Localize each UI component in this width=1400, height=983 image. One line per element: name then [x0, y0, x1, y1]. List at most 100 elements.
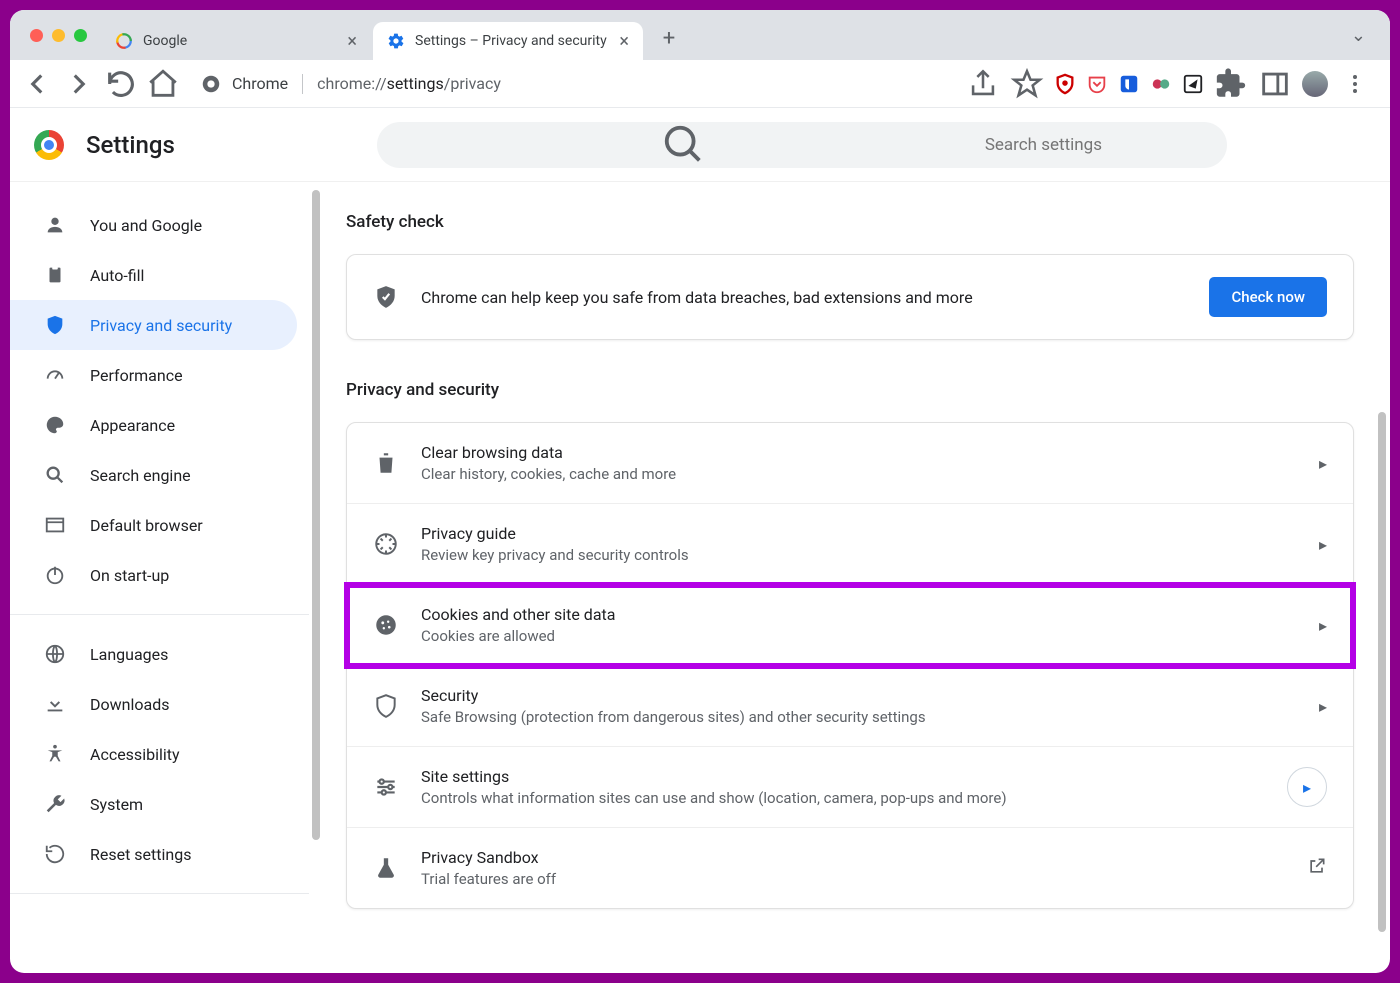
google-favicon-icon: [115, 32, 133, 50]
sidebar-divider: [10, 893, 309, 894]
row-title: Clear browsing data: [421, 443, 1297, 462]
safety-check-card: Chrome can help keep you safe from data …: [346, 254, 1354, 340]
check-now-button[interactable]: Check now: [1209, 277, 1327, 317]
row-clear-browsing-data[interactable]: Clear browsing dataClear history, cookie…: [347, 423, 1353, 504]
row-title: Security: [421, 686, 1297, 705]
sidebar-item-system[interactable]: System: [10, 779, 297, 829]
extension-ublock-icon[interactable]: [1054, 73, 1076, 95]
sidebar: You and Google Auto-fill Privacy and sec…: [10, 182, 310, 973]
sidebar-item-accessibility[interactable]: Accessibility: [10, 729, 297, 779]
content-scrollbar[interactable]: [1378, 412, 1386, 932]
tab-google[interactable]: Google ×: [101, 22, 371, 60]
sidebar-item-label: Privacy and security: [90, 316, 232, 335]
chevron-right-icon: ▸: [1319, 454, 1327, 473]
sidebar-item-on-startup[interactable]: On start-up: [10, 550, 297, 600]
sidebar-item-label: You and Google: [90, 216, 202, 235]
sidebar-item-autofill[interactable]: Auto-fill: [10, 250, 297, 300]
extension-5-icon[interactable]: [1182, 73, 1204, 95]
search-input[interactable]: [985, 135, 1207, 155]
maximize-window-button[interactable]: [74, 29, 87, 42]
omnibox-url: chrome://settings/privacy: [317, 74, 501, 93]
gear-favicon-icon: [387, 32, 405, 50]
extensions-puzzle-icon[interactable]: [1214, 67, 1248, 101]
row-subtitle: Cookies are allowed: [421, 627, 1297, 645]
sidebar-item-label: Appearance: [90, 416, 175, 435]
sidebar-item-search-engine[interactable]: Search engine: [10, 450, 297, 500]
sidebar-item-label: Default browser: [90, 516, 203, 535]
address-bar[interactable]: Chrome chrome://settings/privacy: [188, 65, 868, 103]
settings-header: Settings: [10, 108, 1390, 182]
external-link-icon: [1307, 856, 1327, 880]
browser-toolbar: Chrome chrome://settings/privacy: [10, 60, 1390, 108]
row-cookies[interactable]: Cookies and other site dataCookies are a…: [347, 585, 1353, 666]
tab-title: Settings – Privacy and security: [415, 33, 607, 49]
tab-settings[interactable]: Settings – Privacy and security ×: [373, 22, 643, 60]
person-icon: [44, 214, 66, 236]
download-icon: [44, 693, 66, 715]
close-window-button[interactable]: [30, 29, 43, 42]
speedometer-icon: [44, 364, 66, 386]
new-tab-button[interactable]: +: [651, 20, 687, 56]
home-button[interactable]: [146, 67, 180, 101]
shield-check-icon: [373, 284, 399, 310]
row-privacy-sandbox[interactable]: Privacy Sandbox Trial features are off: [347, 828, 1353, 908]
row-site-settings[interactable]: Site settingsControls what information s…: [347, 747, 1353, 828]
accessibility-icon: [44, 743, 66, 765]
page-title: Settings: [86, 131, 175, 159]
reload-button[interactable]: [104, 67, 138, 101]
palette-icon: [44, 414, 66, 436]
sidebar-item-privacy-security[interactable]: Privacy and security: [10, 300, 297, 350]
sidebar-item-default-browser[interactable]: Default browser: [10, 500, 297, 550]
side-panel-icon[interactable]: [1258, 67, 1292, 101]
extension-4-icon[interactable]: [1150, 73, 1172, 95]
share-icon[interactable]: [966, 67, 1000, 101]
row-subtitle: Safe Browsing (protection from dangerous…: [421, 708, 1297, 726]
close-tab-icon[interactable]: ×: [347, 31, 357, 52]
trash-icon: [373, 450, 399, 476]
chevron-right-icon: ▸: [1319, 535, 1327, 554]
tab-search-dropdown[interactable]: ⌄: [1335, 25, 1382, 46]
shield-outline-icon: [373, 693, 399, 719]
minimize-window-button[interactable]: [52, 29, 65, 42]
close-tab-icon[interactable]: ×: [619, 31, 629, 52]
privacy-security-heading: Privacy and security: [346, 380, 1354, 400]
extension-pocket-icon[interactable]: [1086, 73, 1108, 95]
browser-menu-icon[interactable]: [1338, 67, 1372, 101]
row-subtitle: Trial features are off: [421, 870, 1285, 888]
sidebar-item-label: On start-up: [90, 566, 169, 585]
sidebar-item-label: Search engine: [90, 466, 191, 485]
row-title: Privacy Sandbox: [421, 848, 1285, 867]
row-security[interactable]: Security Safe Browsing (protection from d…: [347, 666, 1353, 747]
chevron-right-icon: ▸: [1319, 697, 1327, 716]
sidebar-item-label: Performance: [90, 366, 183, 385]
chrome-page-icon: [200, 73, 222, 95]
row-privacy-guide[interactable]: Privacy guideReview key privacy and secu…: [347, 504, 1353, 585]
safety-check-text: Chrome can help keep you safe from data …: [421, 288, 1187, 307]
sidebar-item-label: Downloads: [90, 695, 169, 714]
restore-icon: [44, 843, 66, 865]
sidebar-item-reset[interactable]: Reset settings: [10, 829, 297, 879]
sidebar-item-languages[interactable]: Languages: [10, 629, 297, 679]
search-icon: [44, 464, 66, 486]
cookie-icon: [373, 612, 399, 638]
bookmark-star-icon[interactable]: [1010, 67, 1044, 101]
row-subtitle: Review key privacy and security controls: [421, 546, 1297, 564]
clipboard-icon: [44, 264, 66, 286]
sidebar-item-downloads[interactable]: Downloads: [10, 679, 297, 729]
back-button[interactable]: [20, 67, 54, 101]
sidebar-item-you-and-google[interactable]: You and Google: [10, 200, 297, 250]
sidebar-scrollbar[interactable]: [312, 190, 320, 840]
extension-bitwarden-icon[interactable]: [1118, 73, 1140, 95]
globe-icon: [44, 643, 66, 665]
sidebar-item-performance[interactable]: Performance: [10, 350, 297, 400]
sidebar-item-label: Reset settings: [90, 845, 191, 864]
settings-content: Safety check Chrome can help keep you sa…: [310, 182, 1390, 973]
sidebar-item-appearance[interactable]: Appearance: [10, 400, 297, 450]
profile-avatar[interactable]: [1302, 71, 1328, 97]
forward-button[interactable]: [62, 67, 96, 101]
sidebar-item-label: Languages: [90, 645, 168, 664]
tab-title: Google: [143, 33, 187, 49]
search-settings-bar[interactable]: [377, 122, 1227, 168]
row-title: Site settings: [421, 767, 1265, 786]
flask-icon: [373, 855, 399, 881]
